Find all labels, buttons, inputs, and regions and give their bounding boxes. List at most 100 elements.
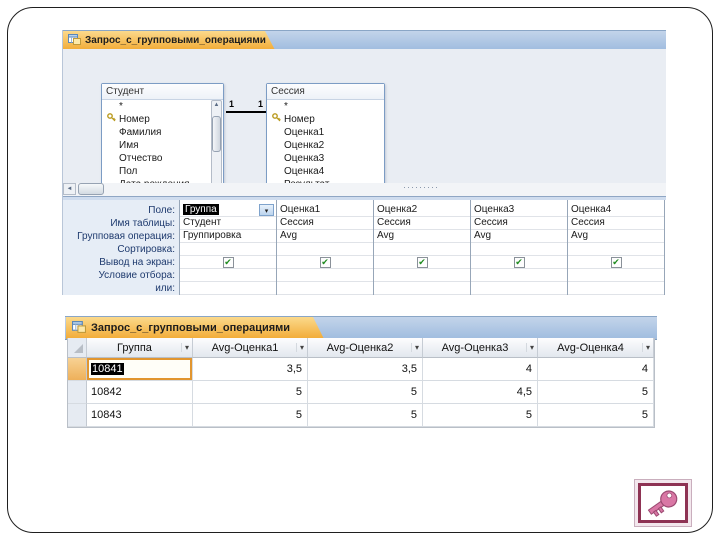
table-cell[interactable]: 5 xyxy=(538,404,654,427)
column-header-avg4[interactable]: Avg-Оценка4 ▾ xyxy=(538,338,654,358)
criteria-cell[interactable] xyxy=(180,269,276,282)
field-item[interactable]: * xyxy=(271,100,384,113)
sort-cell[interactable] xyxy=(277,243,373,256)
table-cell[interactable]: 5 xyxy=(193,404,308,427)
sort-filter-dropdown-icon[interactable]: ▾ xyxy=(180,343,189,352)
sort-cell[interactable] xyxy=(374,243,470,256)
row-selector[interactable] xyxy=(68,404,87,427)
row-selector[interactable] xyxy=(68,381,87,404)
pane-horizontal-scrollbar[interactable]: ◄ ········· xyxy=(63,182,666,196)
show-checkbox[interactable]: ✔ xyxy=(610,256,622,268)
table-cell[interactable]: 3,5 xyxy=(308,358,423,381)
sort-filter-dropdown-icon[interactable]: ▾ xyxy=(641,343,650,352)
field-cell[interactable]: Оценка3 xyxy=(471,204,567,217)
field-list-scrollbar[interactable]: ▲ xyxy=(211,100,222,191)
total-cell[interactable]: Avg xyxy=(277,230,373,243)
show-cell[interactable]: ✔ xyxy=(471,256,567,269)
or-cell[interactable] xyxy=(180,282,276,295)
table-cell[interactable]: 5 xyxy=(308,381,423,404)
table-cell[interactable]: 5 xyxy=(308,404,423,427)
grid-column-ocenka3[interactable]: Оценка3 Сессия Avg ✔ xyxy=(471,200,568,295)
total-cell[interactable]: Avg xyxy=(471,230,567,243)
show-checkbox[interactable]: ✔ xyxy=(416,256,428,268)
column-header-avg2[interactable]: Avg-Оценка2 ▾ xyxy=(308,338,423,358)
criteria-cell[interactable] xyxy=(471,269,567,282)
column-header-avg3[interactable]: Avg-Оценка3 ▾ xyxy=(423,338,538,358)
table-cell[interactable]: 5 xyxy=(538,381,654,404)
sort-cell[interactable] xyxy=(568,243,664,256)
tab-query-design[interactable]: Запрос_с_групповыми_операциями xyxy=(63,31,275,50)
field-item[interactable]: Номер xyxy=(271,113,384,126)
column-header-gruppa[interactable]: Группа ▾ xyxy=(87,338,193,358)
field-item[interactable]: Фамилия xyxy=(106,126,223,139)
or-cell[interactable] xyxy=(568,282,664,295)
field-item[interactable]: Имя xyxy=(106,139,223,152)
criteria-cell[interactable] xyxy=(277,269,373,282)
field-item[interactable]: Отчество xyxy=(106,152,223,165)
show-cell[interactable]: ✔ xyxy=(568,256,664,269)
sort-filter-dropdown-icon[interactable]: ▾ xyxy=(525,343,534,352)
column-header-avg1[interactable]: Avg-Оценка1 ▾ xyxy=(193,338,308,358)
or-cell[interactable] xyxy=(471,282,567,295)
table-cell[interactable]: Сессия xyxy=(277,217,373,230)
field-cell[interactable]: Оценка4 xyxy=(568,204,664,217)
grid-columns: Группа ▾ Студент Группировка ✔ Оценка1 С… xyxy=(179,200,666,295)
field-item[interactable]: Пол xyxy=(106,165,223,178)
field-cell[interactable]: Оценка1 xyxy=(277,204,373,217)
show-cell[interactable]: ✔ xyxy=(277,256,373,269)
field-combo-button[interactable]: ▾ xyxy=(259,204,274,216)
field-cell[interactable]: Оценка2 xyxy=(374,204,470,217)
or-cell[interactable] xyxy=(374,282,470,295)
field-list-session[interactable]: Сессия * Номер Оценка1 Оценка2 Оценка3 О… xyxy=(266,83,385,193)
sort-filter-dropdown-icon[interactable]: ▾ xyxy=(410,343,419,352)
field-item[interactable]: Оценка4 xyxy=(271,165,384,178)
field-item[interactable]: Оценка3 xyxy=(271,152,384,165)
table-cell[interactable]: 10843 xyxy=(87,404,193,427)
select-all-cell[interactable] xyxy=(68,338,87,358)
relationship-line[interactable] xyxy=(226,111,266,113)
field-item[interactable]: Номер xyxy=(106,113,223,126)
field-item[interactable]: Оценка1 xyxy=(271,126,384,139)
table-cell[interactable]: 5 xyxy=(423,404,538,427)
total-cell[interactable]: Группировка xyxy=(180,230,276,243)
show-checkbox[interactable]: ✔ xyxy=(513,256,525,268)
total-cell[interactable]: Avg xyxy=(568,230,664,243)
table-cell[interactable]: 10842 xyxy=(87,381,193,404)
table-cell[interactable]: 5 xyxy=(193,381,308,404)
criteria-cell[interactable] xyxy=(374,269,470,282)
show-checkbox[interactable]: ✔ xyxy=(222,256,234,268)
table-cell[interactable]: Студент xyxy=(180,217,276,230)
show-cell[interactable]: ✔ xyxy=(180,256,276,269)
grid-column-ocenka2[interactable]: Оценка2 Сессия Avg ✔ xyxy=(374,200,471,295)
sort-filter-dropdown-icon[interactable]: ▾ xyxy=(295,343,304,352)
pane-splitter-handle[interactable]: ········· xyxy=(403,182,439,192)
or-cell[interactable] xyxy=(277,282,373,295)
row-selector[interactable] xyxy=(68,358,87,381)
grid-column-ocenka1[interactable]: Оценка1 Сессия Avg ✔ xyxy=(277,200,374,295)
field-item[interactable]: Оценка2 xyxy=(271,139,384,152)
sort-cell[interactable] xyxy=(471,243,567,256)
scroll-thumb[interactable] xyxy=(78,183,104,195)
scroll-thumb[interactable] xyxy=(212,116,221,152)
table-cell[interactable]: 4,5 xyxy=(423,381,538,404)
tab-query-datasheet[interactable]: Запрос_с_групповыми_операциями xyxy=(66,317,324,339)
table-cell[interactable]: 3,5 xyxy=(193,358,308,381)
scroll-left-icon[interactable]: ◄ xyxy=(63,183,76,195)
show-cell[interactable]: ✔ xyxy=(374,256,470,269)
table-cell-current[interactable]: 10841 xyxy=(87,358,193,381)
field-list-student[interactable]: Студент * Номер Фамилия Имя Отчество Пол… xyxy=(101,83,224,193)
table-cell[interactable]: 4 xyxy=(538,358,654,381)
total-cell[interactable]: Avg xyxy=(374,230,470,243)
table-cell[interactable]: Сессия xyxy=(471,217,567,230)
field-item[interactable]: * xyxy=(106,100,223,113)
table-cell[interactable]: Сессия xyxy=(374,217,470,230)
table-cell[interactable]: 4 xyxy=(423,358,538,381)
criteria-cell[interactable] xyxy=(568,269,664,282)
grid-column-ocenka4[interactable]: Оценка4 Сессия Avg ✔ xyxy=(568,200,665,295)
grid-column-gruppa[interactable]: Группа ▾ Студент Группировка ✔ xyxy=(180,200,277,295)
field-cell[interactable]: Группа ▾ xyxy=(180,204,276,217)
show-checkbox[interactable]: ✔ xyxy=(319,256,331,268)
table-cell[interactable]: Сессия xyxy=(568,217,664,230)
scroll-up-icon[interactable]: ▲ xyxy=(214,101,220,110)
sort-cell[interactable] xyxy=(180,243,276,256)
